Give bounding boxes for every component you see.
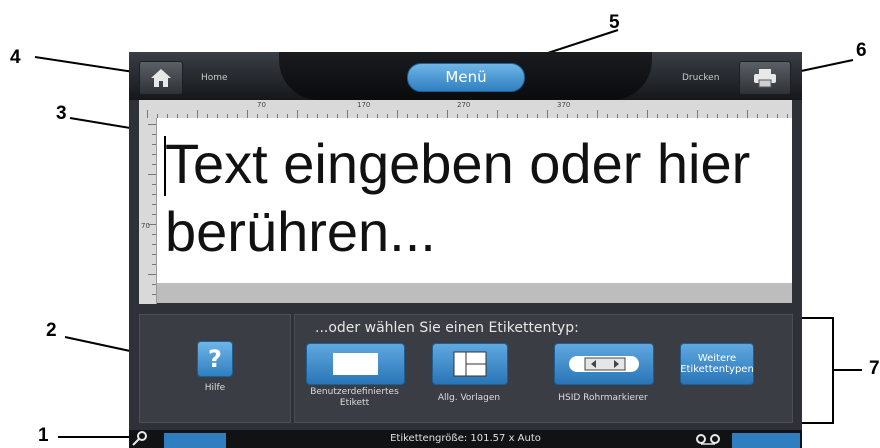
ruler-tick bbox=[597, 110, 598, 118]
ruler-tick bbox=[747, 110, 748, 118]
label-type-title: ...oder wählen Sie einen Etikettentyp: bbox=[315, 320, 579, 336]
editor-placeholder[interactable]: Text eingeben oder hier berühren... bbox=[165, 130, 785, 266]
ruler-tick bbox=[148, 224, 156, 225]
ruler-tick bbox=[152, 264, 156, 265]
printer-screen: Home Menü Drucken 70 170 270 370 70 Text… bbox=[129, 52, 802, 448]
template-layout-icon bbox=[453, 351, 487, 377]
general-templates-label: Allg. Vorlagen bbox=[437, 393, 501, 403]
ruler-tick bbox=[447, 110, 448, 118]
vertical-ruler: 70 bbox=[139, 118, 157, 304]
ruler-tick bbox=[152, 154, 156, 155]
ruler-number: 170 bbox=[357, 101, 371, 109]
ruler-tick bbox=[152, 194, 156, 195]
horizontal-ruler: 70 170 270 370 bbox=[139, 100, 792, 119]
status-bar: Etikettengröße: 101.57 x Auto bbox=[129, 430, 802, 448]
callout-1: 1 bbox=[38, 425, 49, 446]
ruler-tick bbox=[347, 110, 348, 118]
status-indicator-right bbox=[732, 433, 800, 448]
ruler-number: 270 bbox=[457, 101, 471, 109]
print-label: Drucken bbox=[682, 73, 720, 83]
ruler-tick bbox=[152, 184, 156, 185]
callout-2: 2 bbox=[46, 320, 57, 341]
home-icon bbox=[151, 69, 171, 87]
ruler-tick bbox=[197, 110, 198, 118]
ruler-tick bbox=[152, 284, 156, 285]
ruler-number: 370 bbox=[557, 101, 571, 109]
ruler-tick bbox=[397, 110, 398, 118]
callout-3: 3 bbox=[56, 103, 67, 124]
more-label-types-button[interactable]: Weitere Etikettentypen bbox=[680, 343, 754, 385]
ruler-tick bbox=[152, 214, 156, 215]
ruler-tick bbox=[152, 144, 156, 145]
ruler-tick bbox=[152, 254, 156, 255]
callout-5: 5 bbox=[609, 12, 620, 33]
label-type-panel: ...oder wählen Sie einen Etikettentyp: B… bbox=[294, 314, 793, 423]
help-label: Hilfe bbox=[204, 383, 226, 393]
ruler-tick bbox=[148, 274, 156, 275]
ruler-tick bbox=[297, 110, 298, 118]
pipe-marker-icon bbox=[569, 356, 639, 372]
help-panel: ? Hilfe bbox=[139, 314, 291, 423]
callout-4: 4 bbox=[10, 47, 21, 68]
ruler-tick bbox=[247, 110, 248, 118]
pipe-marker-label: HSID Rohrmarkierer bbox=[558, 393, 648, 403]
ruler-tick bbox=[148, 124, 156, 125]
top-bar: Home Menü Drucken bbox=[129, 52, 802, 100]
printer-icon bbox=[754, 69, 776, 88]
home-label: Home bbox=[201, 73, 228, 83]
ruler-tick bbox=[152, 234, 156, 235]
ruler-tick bbox=[152, 134, 156, 135]
print-button[interactable] bbox=[739, 61, 791, 95]
general-templates-button[interactable] bbox=[432, 343, 508, 385]
editor-scroll-area bbox=[157, 283, 792, 303]
ruler-tick bbox=[547, 110, 548, 118]
label-editor[interactable]: Text eingeben oder hier berühren... bbox=[157, 118, 792, 283]
ruler-tick bbox=[152, 164, 156, 165]
custom-label-label: Benutzerdefiniertes Etikett bbox=[310, 387, 399, 408]
ribbon-icon[interactable] bbox=[695, 432, 721, 446]
help-button[interactable]: ? bbox=[197, 341, 233, 377]
ruler-tick bbox=[497, 110, 498, 118]
custom-label-button[interactable] bbox=[306, 343, 405, 385]
ruler-tick bbox=[647, 110, 648, 118]
callout-6: 6 bbox=[856, 40, 867, 61]
blank-label-icon bbox=[333, 353, 378, 375]
ruler-tick bbox=[152, 204, 156, 205]
ruler-tick bbox=[148, 174, 156, 175]
ruler-tick bbox=[147, 110, 148, 118]
ruler-tick bbox=[152, 294, 156, 295]
pipe-marker-button[interactable] bbox=[554, 343, 654, 385]
callout-7: 7 bbox=[869, 358, 880, 379]
menu-button[interactable]: Menü bbox=[407, 63, 525, 92]
ruler-tick bbox=[697, 110, 698, 118]
home-button[interactable] bbox=[139, 61, 183, 95]
ruler-number: 70 bbox=[257, 101, 266, 109]
ruler-tick bbox=[152, 244, 156, 245]
